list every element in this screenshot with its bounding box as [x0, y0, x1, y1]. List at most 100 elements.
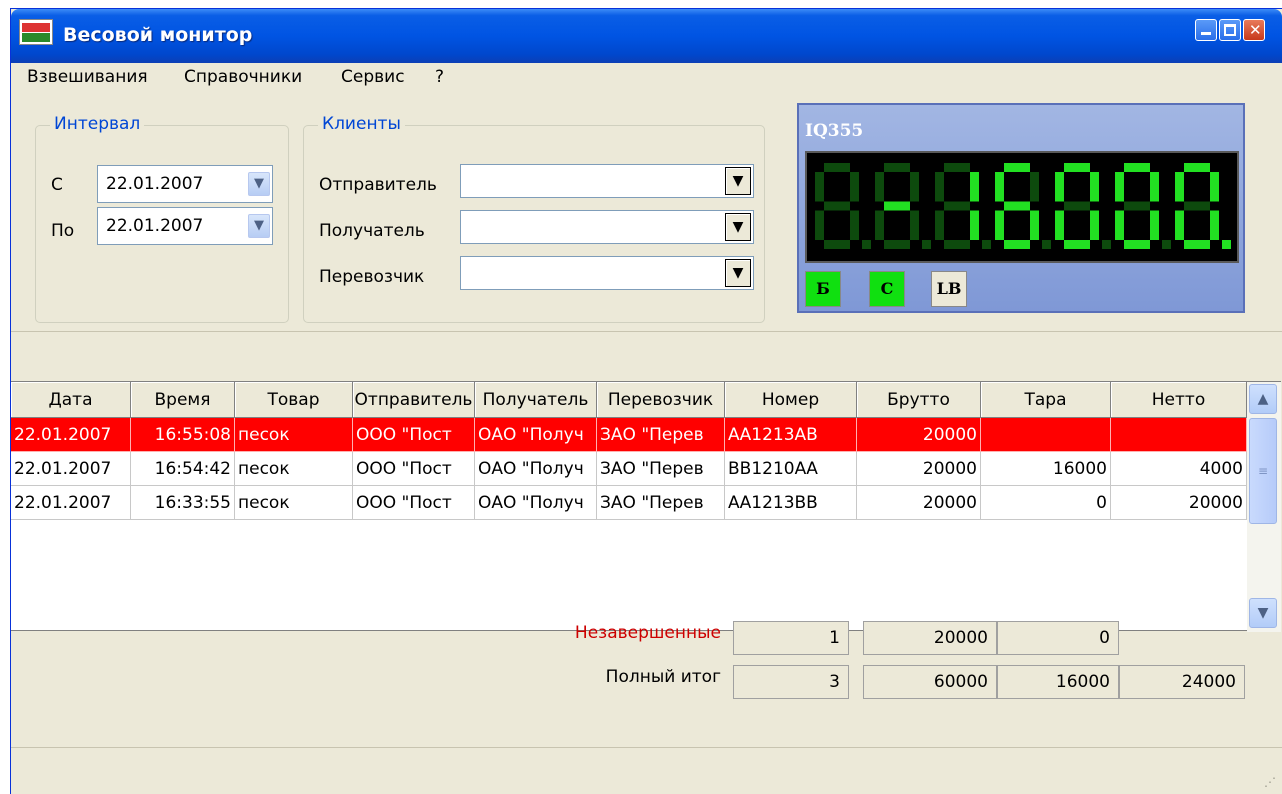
menu-help[interactable]: ?	[435, 67, 444, 87]
tare-mode-button[interactable]: С	[869, 271, 905, 307]
sender-combo[interactable]: ▼	[460, 164, 754, 198]
scale-model-label: IQ355	[805, 121, 864, 141]
lcd-decimal-point	[1102, 240, 1111, 249]
lcd-segment	[1004, 163, 1030, 172]
table-cell: 20000	[857, 418, 981, 452]
from-label: С	[51, 175, 63, 195]
resize-grip-icon[interactable]: ⋰	[1264, 775, 1276, 789]
table-cell: 16000	[981, 452, 1111, 486]
interval-group-title: Интервал	[50, 114, 145, 134]
lb-unit-button[interactable]: LB	[931, 271, 967, 307]
lcd-segment	[1210, 172, 1219, 202]
lcd-segment	[884, 240, 910, 249]
scroll-up-icon[interactable]: ▲	[1249, 384, 1277, 414]
status-bar: ⋰	[11, 747, 1282, 794]
column-header[interactable]: Получатель	[475, 382, 597, 418]
vertical-scrollbar[interactable]: ▲ ≡ ▼	[1247, 382, 1281, 632]
lcd-segment	[1004, 240, 1030, 249]
dropdown-arrow-icon[interactable]: ▼	[725, 259, 751, 287]
chevron-down-icon[interactable]: ▼	[248, 214, 270, 238]
column-header[interactable]: Время	[131, 382, 235, 418]
lcd-segment	[944, 201, 970, 211]
dropdown-arrow-icon[interactable]: ▼	[725, 167, 751, 195]
lcd-segment	[1030, 172, 1039, 202]
minimize-icon	[1201, 32, 1211, 35]
table-cell: 16:33:55	[131, 486, 235, 520]
table-cell: ЗАО "Перев	[597, 418, 725, 452]
table-cell: АА1213АВ	[725, 418, 857, 452]
table-cell: ЗАО "Перев	[597, 486, 725, 520]
lcd-segment	[875, 210, 884, 240]
lcd-segment	[1124, 163, 1150, 172]
maximize-button[interactable]	[1219, 19, 1241, 41]
main-window: Весовой монитор ✕ Взвешивания Справочник…	[10, 8, 1282, 794]
table-cell: ООО "Пост	[353, 418, 475, 452]
lcd-segment	[1064, 240, 1090, 249]
column-header[interactable]: Тара	[981, 382, 1111, 418]
column-header[interactable]: Дата	[11, 382, 131, 418]
lcd-segment	[1115, 172, 1124, 202]
column-header[interactable]: Нетто	[1111, 382, 1247, 418]
table-cell: 0	[981, 486, 1111, 520]
lcd-segment	[815, 172, 824, 202]
lcd-segment	[1004, 201, 1030, 211]
lcd-segment	[970, 210, 979, 240]
table-cell: 16:54:42	[131, 452, 235, 486]
lcd-segment	[910, 172, 919, 202]
table-row[interactable]: 22.01.2007 16:54:42 песок ООО "Пост ОАО "Пол…	[11, 452, 1247, 486]
menu-bar: Взвешивания Справочники Сервис ?	[11, 63, 1282, 91]
table-cell: 22.01.2007	[11, 452, 131, 486]
column-header[interactable]: Перевозчик	[597, 382, 725, 418]
lcd-segment	[1090, 210, 1099, 240]
lcd-segment	[884, 163, 910, 172]
table-cell: песок	[235, 486, 353, 520]
lcd-segment	[1064, 163, 1090, 172]
title-bar[interactable]: Весовой монитор ✕	[11, 9, 1282, 63]
lcd-decimal-point	[1042, 240, 1051, 249]
table-cell: ОАО "Получ	[475, 418, 597, 452]
menu-service[interactable]: Сервис	[341, 67, 405, 87]
lcd-segment	[944, 163, 970, 172]
carrier-label: Перевозчик	[319, 267, 425, 287]
scroll-thumb[interactable]: ≡	[1249, 418, 1277, 524]
column-header[interactable]: Брутто	[857, 382, 981, 418]
chevron-down-icon[interactable]: ▼	[248, 172, 270, 196]
table-cell: 4000	[1111, 452, 1247, 486]
lcd-segment	[1055, 210, 1064, 240]
close-button[interactable]: ✕	[1243, 19, 1265, 41]
table-row[interactable]: 22.01.2007 16:55:08 песок ООО "Пост ОАО "Пол…	[11, 418, 1247, 452]
carrier-combo[interactable]: ▼	[460, 256, 754, 290]
lcd-segment	[1175, 210, 1184, 240]
lcd-segment	[1124, 201, 1150, 211]
lcd-segment	[1055, 172, 1064, 202]
table-cell: 22.01.2007	[11, 486, 131, 520]
app-scale-icon[interactable]	[19, 19, 53, 45]
receiver-combo[interactable]: ▼	[460, 210, 754, 244]
total-count: 3	[733, 665, 849, 699]
scale-indicator-panel: IQ355 Б С LB	[797, 103, 1245, 313]
lcd-segment	[824, 201, 850, 211]
table-row[interactable]: 22.01.2007 16:33:55 песок ООО "Пост ОАО "Пол…	[11, 486, 1247, 520]
incomplete-tare: 0	[997, 621, 1119, 655]
from-date-value: 22.01.2007	[106, 174, 204, 194]
from-date-picker[interactable]: 22.01.2007 ▼	[97, 165, 273, 203]
to-date-picker[interactable]: 22.01.2007 ▼	[97, 207, 273, 245]
gross-mode-button[interactable]: Б	[805, 271, 841, 307]
menu-weighings[interactable]: Взвешивания	[27, 67, 148, 87]
minimize-button[interactable]	[1195, 19, 1217, 41]
weighings-table: Дата Время Товар Отправитель Получатель Перев…	[11, 381, 1281, 632]
to-label: По	[51, 221, 75, 241]
lcd-segment	[995, 172, 1004, 202]
weight-display	[805, 151, 1239, 263]
column-header[interactable]: Отправитель	[353, 382, 475, 418]
scroll-down-icon[interactable]: ▼	[1249, 598, 1277, 628]
dropdown-arrow-icon[interactable]: ▼	[725, 213, 751, 241]
column-header[interactable]: Номер	[725, 382, 857, 418]
column-header[interactable]: Товар	[235, 382, 353, 418]
menu-references[interactable]: Справочники	[184, 67, 302, 87]
lcd-segment	[944, 240, 970, 249]
lcd-decimal-point	[982, 240, 991, 249]
table-cell: 20000	[857, 452, 981, 486]
lcd-segment	[1210, 210, 1219, 240]
lcd-segment	[935, 172, 944, 202]
